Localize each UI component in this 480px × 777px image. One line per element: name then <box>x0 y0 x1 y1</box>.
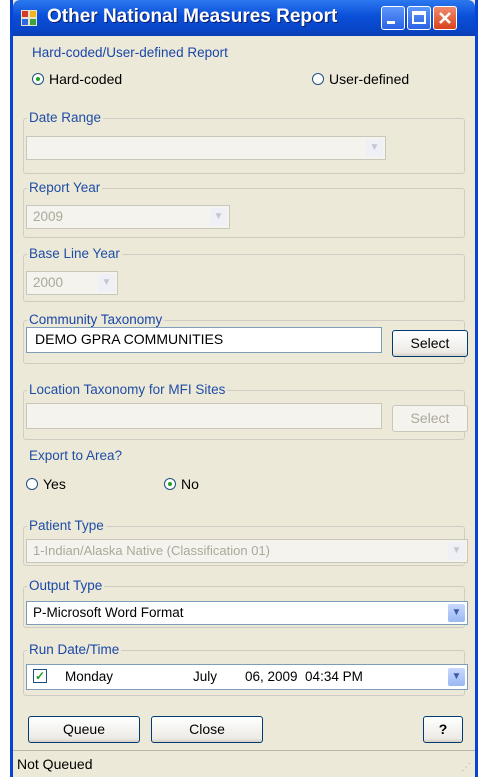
close-window-button[interactable] <box>433 6 457 30</box>
status-text: Not Queued <box>17 756 93 772</box>
baseline-year-label: Base Line Year <box>27 246 122 261</box>
chevron-down-icon: ▼ <box>448 542 465 560</box>
hard-coded-radio[interactable]: Hard-coded <box>32 71 122 87</box>
patient-type-group: Patient Type 1-Indian/Alaska Native (Cla… <box>23 518 468 566</box>
export-no-label: No <box>181 476 199 492</box>
export-yes-radio[interactable]: Yes <box>26 476 66 492</box>
window-title: Other National Measures Report <box>47 6 338 27</box>
chevron-down-icon: ▼ <box>448 604 465 622</box>
location-select-button[interactable]: Select <box>392 405 468 432</box>
report-window: Other National Measures Report Hard-code… <box>10 0 478 777</box>
date-range-select[interactable]: ▼ <box>26 136 386 160</box>
location-taxonomy-label: Location Taxonomy for MFI Sites <box>27 382 228 397</box>
close-icon <box>439 12 451 24</box>
community-taxonomy-label: Community Taxonomy <box>27 312 165 327</box>
export-no-radio[interactable]: No <box>164 476 199 492</box>
user-defined-label: User-defined <box>329 71 410 87</box>
community-select-button[interactable]: Select <box>392 330 468 357</box>
app-icon <box>21 10 37 26</box>
help-button[interactable]: ? <box>423 716 463 743</box>
maximize-icon <box>412 11 426 24</box>
radio-unselected-icon <box>312 73 324 85</box>
radio-selected-icon <box>32 73 44 85</box>
run-datetime-checkbox[interactable]: ✓ <box>33 669 47 683</box>
run-datetime-picker[interactable]: ✓ Monday July 06, 2009 04:34 PM ▼ <box>26 664 468 690</box>
output-type-select[interactable]: P-Microsoft Word Format ▼ <box>26 601 468 625</box>
chevron-down-icon: ▼ <box>366 139 383 157</box>
date-range-label: Date Range <box>27 110 104 125</box>
report-mode-label: Hard-coded/User-defined Report <box>30 45 230 60</box>
baseline-year-select[interactable]: 2000 ▼ <box>26 271 118 295</box>
status-bar: Not Queued ⋰ <box>13 750 475 777</box>
queue-button[interactable]: Queue <box>28 716 140 743</box>
report-year-label: Report Year <box>27 180 103 195</box>
hard-coded-label: Hard-coded <box>49 71 123 87</box>
run-date-time: 06, 2009 04:34 PM <box>245 669 363 684</box>
patient-type-select[interactable]: 1-Indian/Alaska Native (Classification 0… <box>26 539 468 563</box>
chevron-down-icon: ▼ <box>98 274 115 292</box>
export-area-label: Export to Area? <box>27 448 125 463</box>
user-defined-radio[interactable]: User-defined <box>312 71 409 87</box>
date-range-group: Date Range ▼ <box>23 110 465 174</box>
location-taxonomy-group: Location Taxonomy for MFI Sites Select <box>23 382 468 440</box>
maximize-button[interactable] <box>407 6 431 30</box>
output-type-group: Output Type P-Microsoft Word Format ▼ <box>23 578 468 628</box>
chevron-down-icon: ▼ <box>210 208 227 226</box>
run-day: Monday <box>65 669 114 684</box>
minimize-button[interactable] <box>381 6 405 30</box>
export-area-group: Export to Area? Yes No <box>23 448 465 510</box>
export-yes-label: Yes <box>43 476 66 492</box>
run-month: July <box>193 669 218 684</box>
report-year-select[interactable]: 2009 ▼ <box>26 205 230 229</box>
baseline-year-group: Base Line Year 2000 ▼ <box>23 246 465 302</box>
close-button[interactable]: Close <box>151 716 263 743</box>
community-taxonomy-group: Community Taxonomy DEMO GPRA COMMUNITIES… <box>23 312 468 364</box>
run-datetime-group: Run Date/Time ✓ Monday July 06, 2009 04:… <box>23 642 468 696</box>
resize-grip-icon[interactable]: ⋰ <box>461 762 471 773</box>
chevron-down-icon: ▼ <box>448 668 465 686</box>
radio-selected-icon <box>164 478 176 490</box>
minimize-icon <box>387 21 395 24</box>
patient-type-label: Patient Type <box>27 518 106 533</box>
run-datetime-label: Run Date/Time <box>27 642 122 657</box>
report-year-group: Report Year 2009 ▼ <box>23 180 465 238</box>
location-taxonomy-field[interactable] <box>26 403 382 429</box>
output-type-label: Output Type <box>27 578 105 593</box>
radio-unselected-icon <box>26 478 38 490</box>
title-bar[interactable]: Other National Measures Report <box>13 0 475 36</box>
community-taxonomy-field[interactable]: DEMO GPRA COMMUNITIES <box>26 327 382 353</box>
report-mode-group: Hard-coded/User-defined Report Hard-code… <box>23 44 465 102</box>
